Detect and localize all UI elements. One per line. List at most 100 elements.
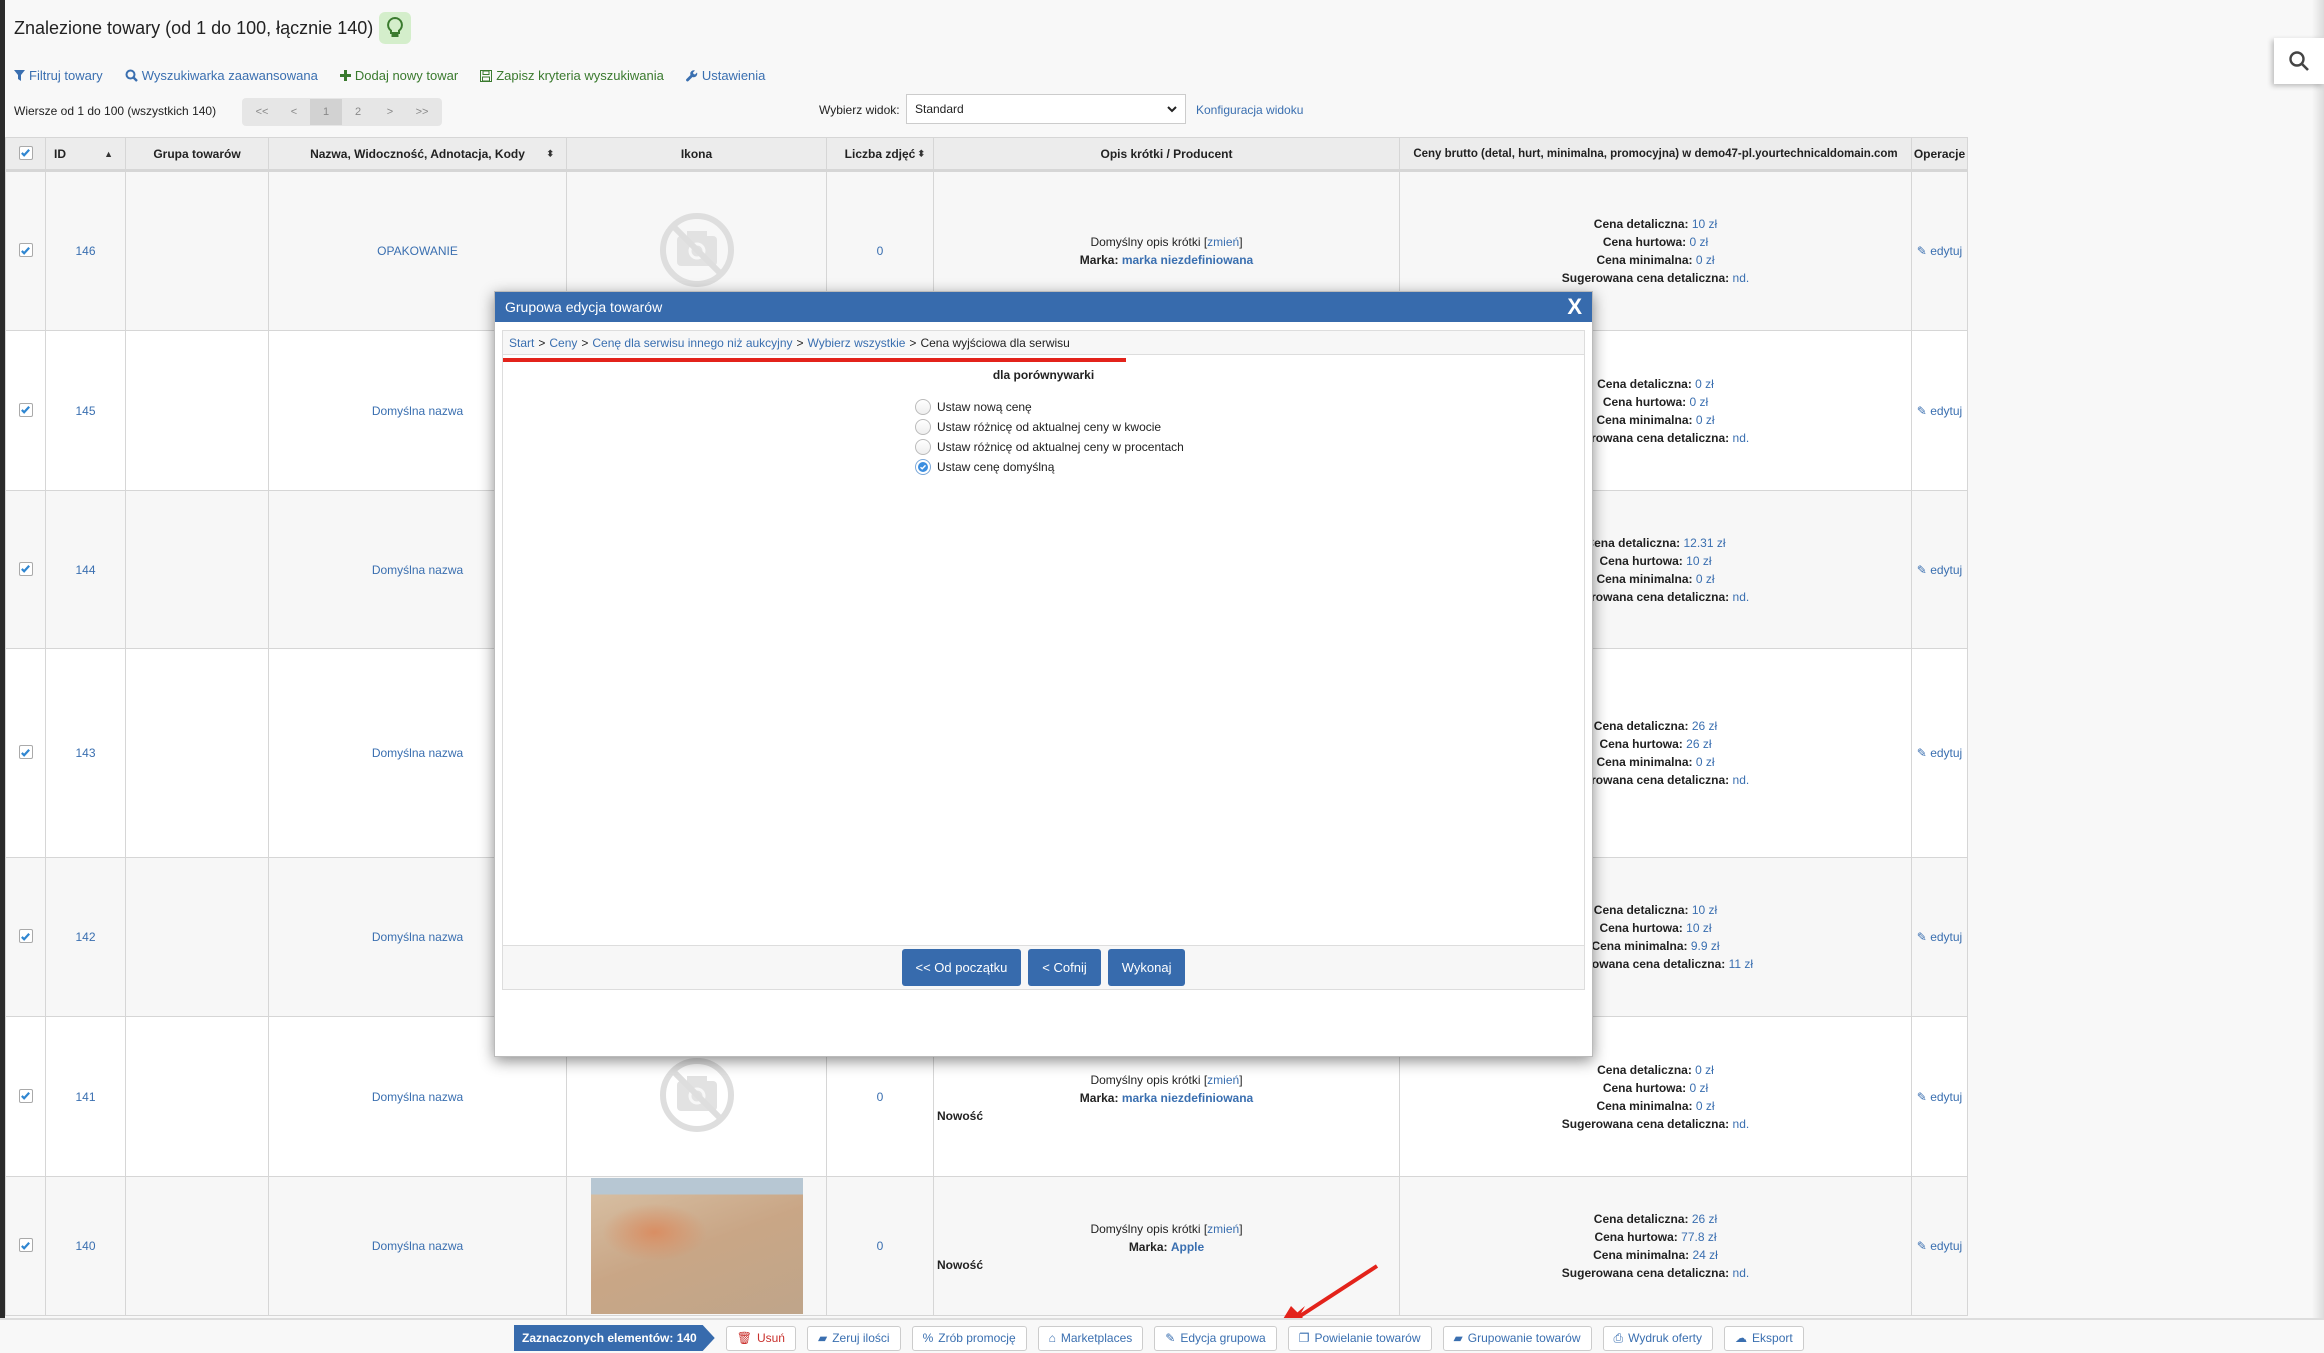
header-photos[interactable]: Liczba zdjęć ⬍ bbox=[826, 137, 934, 172]
back-button[interactable]: < Cofnij bbox=[1028, 949, 1101, 986]
brand-link[interactable]: Apple bbox=[1171, 1240, 1204, 1254]
option-diff-percent[interactable]: Ustaw różnicę od aktualnej ceny w procen… bbox=[915, 437, 1184, 457]
usuń-button[interactable]: 🗑 Usuń bbox=[725, 1325, 796, 1351]
product-id-link[interactable]: 141 bbox=[75, 1090, 95, 1104]
edit-link[interactable]: ✎ edytuj bbox=[1917, 1090, 1962, 1104]
header-name[interactable]: Nazwa, Widoczność, Adnotacja, Kody ⬍ bbox=[268, 137, 567, 172]
row-checkbox[interactable] bbox=[18, 402, 33, 417]
settings-button[interactable]: Ustawienia bbox=[685, 68, 765, 83]
close-icon[interactable]: X bbox=[1567, 294, 1582, 320]
change-description-link[interactable]: zmień bbox=[1207, 1073, 1239, 1087]
row-checkbox[interactable] bbox=[18, 1238, 33, 1253]
breadcrumb-start[interactable]: Start bbox=[509, 336, 534, 350]
product-name-link[interactable]: Domyślna nazwa bbox=[372, 930, 463, 944]
breadcrumb-service-price[interactable]: Cenę dla serwisu innego niż aukcyjny bbox=[592, 336, 792, 350]
radio[interactable] bbox=[915, 399, 931, 415]
minimal-price: Cena minimalna: 24 zł bbox=[1593, 1248, 1718, 1262]
brand-link[interactable]: marka niezdefiniowana bbox=[1122, 1091, 1253, 1105]
product-name-link[interactable]: Domyślna nazwa bbox=[372, 1090, 463, 1104]
search-icon[interactable] bbox=[2274, 38, 2324, 84]
row-select-cell bbox=[5, 330, 46, 491]
view-label: Wybierz widok: bbox=[819, 103, 900, 117]
row-checkbox[interactable] bbox=[18, 745, 33, 760]
product-id-link[interactable]: 146 bbox=[75, 244, 95, 258]
header-id[interactable]: ID ▲ bbox=[45, 137, 126, 172]
lightbulb-icon[interactable] bbox=[379, 12, 412, 44]
row-checkbox[interactable] bbox=[18, 243, 33, 258]
row-checkbox[interactable] bbox=[18, 929, 33, 944]
photo-count-link[interactable]: 0 bbox=[877, 244, 884, 258]
edit-link[interactable]: ✎ edytuj bbox=[1917, 404, 1962, 418]
edit-link[interactable]: ✎ edytuj bbox=[1917, 1239, 1962, 1253]
product-name-link[interactable]: Domyślna nazwa bbox=[372, 404, 463, 418]
brand-link[interactable]: marka niezdefiniowana bbox=[1122, 253, 1253, 267]
option-new-price[interactable]: Ustaw nową cenę bbox=[915, 397, 1184, 417]
group-cell bbox=[125, 170, 269, 331]
marketplaces-button[interactable]: ⌂ Marketplaces bbox=[1037, 1325, 1144, 1351]
start-over-button[interactable]: << Od początku bbox=[901, 949, 1022, 986]
photo-count-link[interactable]: 0 bbox=[877, 1090, 884, 1104]
page-title: Znalezione towary (od 1 do 100, łącznie … bbox=[14, 12, 412, 44]
product-name-link[interactable]: Domyślna nazwa bbox=[372, 563, 463, 577]
change-description-link[interactable]: zmień bbox=[1207, 235, 1239, 249]
execute-button[interactable]: Wykonaj bbox=[1107, 949, 1186, 986]
pencil-icon: ✎ bbox=[1916, 746, 1927, 760]
edit-link[interactable]: ✎ edytuj bbox=[1917, 930, 1962, 944]
product-thumbnail[interactable] bbox=[590, 1178, 803, 1314]
add-product-button[interactable]: Dodaj nowy towar bbox=[339, 68, 458, 83]
product-id-link[interactable]: 143 bbox=[75, 746, 95, 760]
view-select[interactable]: Standard bbox=[906, 94, 1186, 124]
group-edit-modal: Grupowa edycja towarów X Start > Ceny > Ce… bbox=[494, 291, 1593, 1057]
product-name-link[interactable]: Domyślna nazwa bbox=[372, 1239, 463, 1253]
prev-page-button[interactable]: < bbox=[278, 99, 310, 125]
percent-icon: % bbox=[922, 1331, 934, 1345]
id-cell: 143 bbox=[45, 648, 126, 858]
option-diff-amount[interactable]: Ustaw różnicę od aktualnej ceny w kwocie bbox=[915, 417, 1184, 437]
row-select-cell bbox=[5, 170, 46, 331]
radio[interactable] bbox=[915, 439, 931, 455]
filter-button[interactable]: Filtruj towary bbox=[14, 68, 103, 83]
product-id-link[interactable]: 140 bbox=[75, 1239, 95, 1253]
wydruk-oferty-button[interactable]: ⎙ Wydruk oferty bbox=[1602, 1325, 1714, 1351]
view-config-link[interactable]: Konfiguracja widoku bbox=[1196, 103, 1303, 117]
edycja-grupowa-button[interactable]: ✎ Edycja grupowa bbox=[1154, 1325, 1277, 1351]
id-cell: 141 bbox=[45, 1016, 126, 1177]
grupowanie-towarów-button[interactable]: ▰ Grupowanie towarów bbox=[1442, 1325, 1592, 1351]
breadcrumb-select-all[interactable]: Wybierz wszystkie bbox=[808, 336, 906, 350]
page-2-button[interactable]: 2 bbox=[342, 99, 374, 125]
wholesale-price: Cena hurtowa: 0 zł bbox=[1602, 235, 1709, 249]
page-1-button[interactable]: 1 bbox=[310, 99, 342, 125]
product-id-link[interactable]: 145 bbox=[75, 404, 95, 418]
zrób-promocję-button[interactable]: % Zrób promocję bbox=[911, 1325, 1027, 1351]
product-name-link[interactable]: Domyślna nazwa bbox=[372, 746, 463, 760]
edit-link[interactable]: ✎ edytuj bbox=[1917, 746, 1962, 760]
row-checkbox[interactable] bbox=[18, 1088, 33, 1103]
option-default-price[interactable]: Ustaw cenę domyślną bbox=[915, 457, 1184, 477]
eraser-icon: ▰ bbox=[817, 1331, 828, 1345]
edit-link[interactable]: ✎ edytuj bbox=[1917, 244, 1962, 258]
next-page-button[interactable]: > bbox=[374, 99, 406, 125]
breadcrumb-prices[interactable]: Ceny bbox=[549, 336, 577, 350]
change-description-link[interactable]: zmień bbox=[1207, 1222, 1239, 1236]
powielanie-towarów-button[interactable]: ❐ Powielanie towarów bbox=[1287, 1325, 1432, 1351]
row-checkbox[interactable] bbox=[18, 561, 33, 576]
ops-cell: ✎ edytuj bbox=[1911, 857, 1968, 1017]
pencil-icon: ✎ bbox=[1916, 244, 1927, 258]
select-all-checkbox[interactable] bbox=[18, 145, 33, 160]
edit-link[interactable]: ✎ edytuj bbox=[1917, 563, 1962, 577]
product-id-link[interactable]: 144 bbox=[75, 563, 95, 577]
product-name-link[interactable]: OPAKOWANIE bbox=[377, 244, 458, 258]
product-id-link[interactable]: 142 bbox=[75, 930, 95, 944]
photo-count-link[interactable]: 0 bbox=[877, 1239, 884, 1253]
advanced-search-button[interactable]: Wyszukiwarka zaawansowana bbox=[125, 68, 318, 83]
save-criteria-button[interactable]: Zapisz kryteria wyszukiwania bbox=[480, 68, 664, 83]
zeruj-ilości-button[interactable]: ▰ Zeruj ilości bbox=[806, 1325, 901, 1351]
breadcrumb: Start > Ceny > Cenę dla serwisu innego niż… bbox=[503, 331, 1584, 355]
id-cell: 142 bbox=[45, 857, 126, 1017]
first-page-button[interactable]: << bbox=[246, 99, 278, 125]
radio-checked[interactable] bbox=[915, 459, 931, 475]
retail-price: Cena detaliczna: 0 zł bbox=[1597, 1062, 1714, 1077]
eksport-button[interactable]: ☁ Eksport bbox=[1724, 1325, 1804, 1351]
last-page-button[interactable]: >> bbox=[406, 99, 438, 125]
radio[interactable] bbox=[915, 419, 931, 435]
